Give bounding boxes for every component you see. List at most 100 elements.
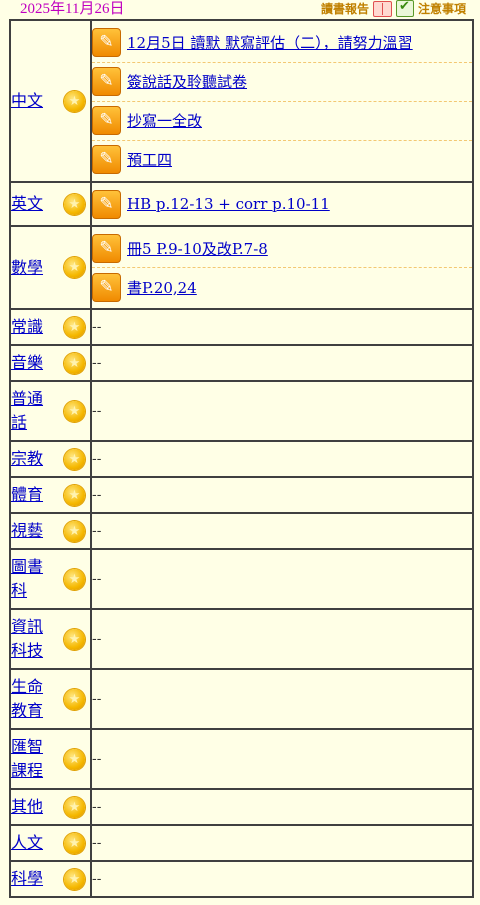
subject-row: 中文 ★ ✎ 12月5日 讀默 默寫評估（二），請努力溫習 ✎ 簽說話及聆聽試卷 ✎ 抄寫一全… — [9, 19, 474, 183]
task-link[interactable]: 預工四 — [127, 149, 172, 170]
subject-row: 人文 ★ -- — [9, 824, 474, 862]
no-homework-text: -- — [90, 380, 474, 442]
task-item: ✎ 書P.20,24 — [92, 267, 472, 303]
no-homework-text: -- — [90, 512, 474, 550]
subject-row: 科學 ★ -- — [9, 860, 474, 898]
subject-cell: 中文 ★ — [9, 19, 92, 183]
pencil-note-icon[interactable]: ✎ — [92, 272, 121, 302]
subject-header: 科學 ★ — [11, 867, 90, 891]
task-link[interactable]: 冊5 P.9-10及改P.7-8 — [127, 238, 268, 259]
task-list: ✎ 12月5日 讀默 默寫評估（二），請努力溫習 ✎ 簽說話及聆聽試卷 ✎ 抄寫一全改 ✎ 預… — [90, 19, 474, 183]
subject-link[interactable]: 匯智課程 — [11, 735, 47, 783]
star-icon[interactable]: ★ — [64, 568, 85, 590]
star-icon[interactable]: ★ — [64, 832, 85, 854]
reading-report-link[interactable]: 讀書報告 — [321, 1, 369, 17]
star-icon[interactable]: ★ — [64, 352, 85, 374]
pencil-note-icon[interactable]: ✎ — [92, 145, 121, 174]
no-homework-text: -- — [90, 344, 474, 382]
subject-cell: 資訊科技 ★ — [9, 608, 92, 670]
subject-header: 英文 ★ — [11, 192, 90, 216]
subject-cell: 體育 ★ — [9, 476, 92, 514]
star-icon[interactable]: ★ — [64, 688, 85, 710]
task-link[interactable]: HB p.12-13 + corr p.10-11 — [127, 195, 330, 213]
no-homework-text: -- — [90, 788, 474, 826]
pencil-note-icon[interactable]: ✎ — [92, 28, 121, 57]
no-homework-text: -- — [90, 476, 474, 514]
task-item: ✎ HB p.12-13 + corr p.10-11 — [92, 188, 472, 220]
subject-link[interactable]: 人文 — [11, 831, 47, 855]
pencil-note-icon[interactable]: ✎ — [92, 189, 121, 219]
task-link[interactable]: 抄寫一全改 — [127, 110, 202, 131]
star-icon[interactable]: ★ — [64, 748, 85, 770]
star-icon[interactable]: ★ — [64, 90, 85, 112]
subject-link[interactable]: 資訊科技 — [11, 615, 47, 663]
subject-link[interactable]: 圖書科 — [11, 555, 47, 603]
no-homework-text: -- — [90, 728, 474, 790]
subject-cell: 普通話 ★ — [9, 380, 92, 442]
subject-link[interactable]: 英文 — [11, 192, 47, 216]
subject-header: 生命教育 ★ — [11, 675, 90, 723]
subject-row: 匯智課程 ★ -- — [9, 728, 474, 790]
homework-date: 2025年11月26日 — [20, 1, 125, 17]
subject-row: 生命教育 ★ -- — [9, 668, 474, 730]
star-icon[interactable]: ★ — [64, 400, 85, 422]
star-icon[interactable]: ★ — [64, 257, 85, 278]
no-homework-text: -- — [90, 668, 474, 730]
task-item: ✎ 抄寫一全改 — [92, 100, 472, 137]
no-homework-text: -- — [90, 548, 474, 610]
subject-cell: 音樂 ★ — [9, 344, 92, 382]
no-homework-text: -- — [90, 608, 474, 670]
homework-table: 中文 ★ ✎ 12月5日 讀默 默寫評估（二），請努力溫習 ✎ 簽說話及聆聽試卷 ✎ 抄寫一全… — [9, 19, 474, 898]
subject-header: 匯智課程 ★ — [11, 735, 90, 783]
subject-cell: 視藝 ★ — [9, 512, 92, 550]
subject-row: 體育 ★ -- — [9, 476, 474, 514]
subject-link[interactable]: 體育 — [11, 483, 47, 507]
book-icon[interactable] — [372, 0, 392, 17]
subject-cell: 其他 ★ — [9, 788, 92, 826]
notice-link[interactable]: 注意事項 — [418, 1, 466, 17]
star-icon[interactable]: ★ — [64, 628, 85, 650]
subject-cell: 生命教育 ★ — [9, 668, 92, 730]
task-link[interactable]: 12月5日 讀默 默寫評估（二），請努力溫習 — [127, 32, 413, 53]
subject-cell: 數學 ★ — [9, 225, 92, 310]
subject-cell: 宗教 ★ — [9, 440, 92, 478]
subject-link[interactable]: 其他 — [11, 795, 47, 819]
subject-link[interactable]: 音樂 — [11, 351, 47, 375]
subject-link[interactable]: 宗教 — [11, 447, 47, 471]
star-icon[interactable]: ★ — [64, 316, 85, 338]
subject-link[interactable]: 科學 — [11, 867, 47, 891]
subject-header: 中文 ★ — [11, 89, 90, 113]
task-link[interactable]: 簽說話及聆聽試卷 — [127, 71, 247, 92]
no-homework-text: -- — [90, 824, 474, 862]
star-icon[interactable]: ★ — [64, 868, 85, 890]
subject-row: 資訊科技 ★ -- — [9, 608, 474, 670]
subject-link[interactable]: 數學 — [11, 256, 47, 280]
subject-row: 圖書科 ★ -- — [9, 548, 474, 610]
star-icon[interactable]: ★ — [64, 193, 85, 215]
subject-link[interactable]: 生命教育 — [11, 675, 47, 723]
star-icon[interactable]: ★ — [64, 448, 85, 470]
subject-cell: 英文 ★ — [9, 181, 92, 227]
checklist-icon[interactable] — [395, 0, 414, 17]
subject-link[interactable]: 視藝 — [11, 519, 47, 543]
subject-link[interactable]: 中文 — [11, 89, 47, 113]
subject-row: 普通話 ★ -- — [9, 380, 474, 442]
subject-link[interactable]: 普通話 — [11, 387, 47, 435]
top-links: 讀書報告 注意事項 — [321, 0, 466, 17]
top-bar: 2025年11月26日 讀書報告 注意事項 — [0, 0, 480, 19]
subject-header: 音樂 ★ — [11, 351, 90, 375]
star-icon[interactable]: ★ — [64, 484, 85, 506]
pencil-note-icon[interactable]: ✎ — [92, 233, 121, 263]
star-icon[interactable]: ★ — [64, 520, 85, 542]
task-item: ✎ 簽說話及聆聽試卷 — [92, 61, 472, 98]
subject-link[interactable]: 常識 — [11, 315, 47, 339]
star-icon[interactable]: ★ — [64, 796, 85, 818]
pencil-note-icon[interactable]: ✎ — [92, 106, 121, 135]
no-homework-text: -- — [90, 308, 474, 346]
pencil-note-icon[interactable]: ✎ — [92, 67, 121, 96]
subject-row: 英文 ★ ✎ HB p.12-13 + corr p.10-11 — [9, 181, 474, 227]
subject-header: 人文 ★ — [11, 831, 90, 855]
task-link[interactable]: 書P.20,24 — [127, 277, 197, 298]
task-list: ✎ HB p.12-13 + corr p.10-11 — [90, 181, 474, 227]
subject-header: 資訊科技 ★ — [11, 615, 90, 663]
